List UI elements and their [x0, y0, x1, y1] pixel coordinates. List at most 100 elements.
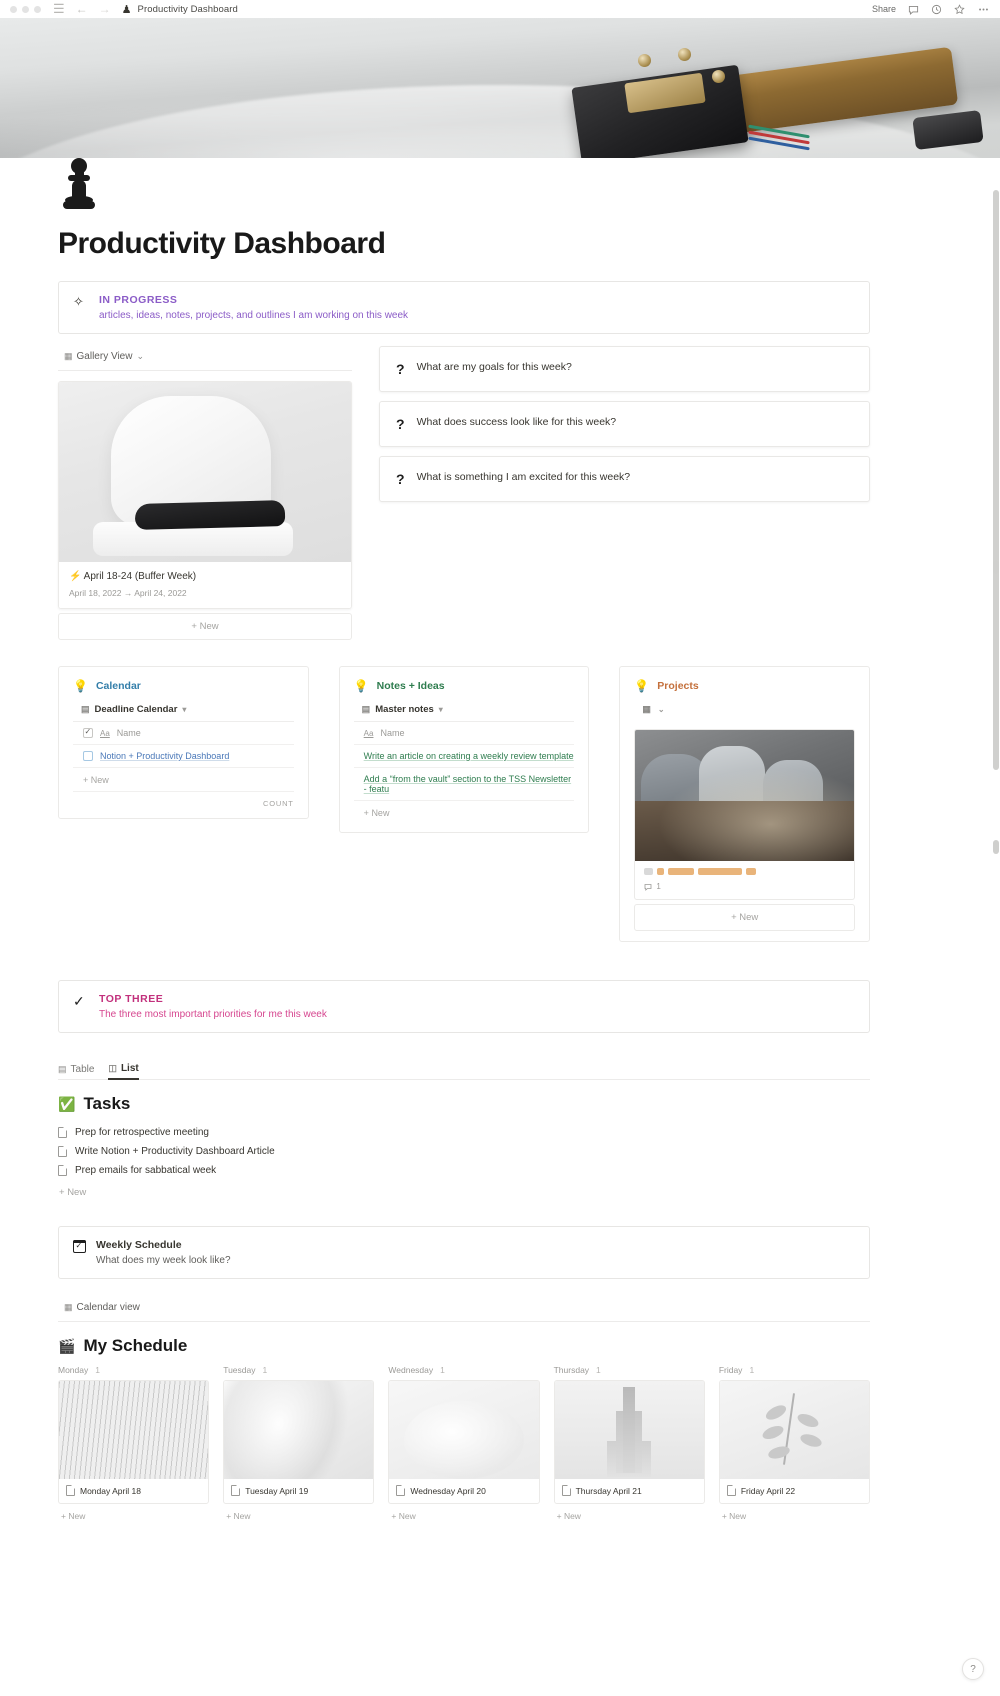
notes-row-title[interactable]: Write an article on creating a weekly re… [364, 751, 574, 761]
close-window-button[interactable] [10, 5, 17, 13]
schedule-card[interactable]: Monday April 18 [58, 1380, 210, 1504]
clock-history-icon[interactable] [931, 4, 942, 15]
tab-list[interactable]: ◫ List [108, 1063, 139, 1080]
projects-view-row[interactable]: ▦ ⌄ [634, 700, 855, 721]
calendar-view-tab[interactable]: ▦ Calendar view [60, 1300, 144, 1315]
lightbulb-icon: 💡 [353, 679, 369, 693]
question-card[interactable]: ? What does success look like for this w… [379, 401, 870, 447]
task-item[interactable]: Write Notion + Productivity Dashboard Ar… [58, 1142, 870, 1161]
page-icon [58, 1127, 67, 1138]
gallery-view-tab[interactable]: ▦ Gallery View ⌄ [60, 349, 148, 364]
gallery-view-bar[interactable]: ▦ Gallery View ⌄ [58, 342, 352, 371]
calendar-block[interactable]: 💡 Calendar ▤ Deadline Calendar ▾ Aa Name [58, 666, 309, 819]
gallery-card[interactable]: ⚡ April 18-24 (Buffer Week) April 18, 20… [58, 381, 352, 609]
calendar-column: 💡 Calendar ▤ Deadline Calendar ▾ Aa Name [58, 666, 309, 819]
notes-column: 💡 Notes + Ideas ▤ Master notes ▾ Aa Name… [338, 666, 590, 833]
day-new-button[interactable]: + New [554, 1504, 705, 1521]
question-card[interactable]: ? What are my goals for this week? [379, 346, 870, 392]
calendar-column-header: Aa Name [73, 722, 294, 745]
headshell-screw-icon [638, 54, 651, 67]
top-three-title: TOP THREE [99, 993, 164, 1005]
day-new-button[interactable]: + New [58, 1504, 209, 1521]
top-three-callout[interactable]: ✓ TOP THREE The three most important pri… [58, 980, 870, 1033]
projects-block[interactable]: 💡 Projects ▦ ⌄ 1 + New [619, 666, 871, 942]
gallery-card-date-range: April 18, 2022 → April 24, 2022 [69, 588, 187, 598]
grid-view-icon: ▦ [64, 1302, 73, 1312]
day-card-image [719, 1381, 870, 1479]
day-header: Wednesday 1 [388, 1365, 539, 1375]
scrollbar-tick[interactable] [993, 840, 999, 854]
share-button[interactable]: Share [872, 4, 896, 14]
page-icon [396, 1485, 406, 1496]
schedule-card[interactable]: Wednesday April 20 [388, 1380, 540, 1504]
back-arrow-icon[interactable]: ← [76, 2, 88, 16]
day-new-button[interactable]: + New [223, 1504, 374, 1521]
more-options-icon[interactable] [977, 4, 990, 15]
project-comment-count[interactable]: 1 [644, 882, 845, 891]
tasks-new-button[interactable]: + New [58, 1180, 870, 1198]
page-icon-pawn[interactable] [58, 158, 870, 210]
star-icon[interactable] [954, 3, 965, 15]
project-card-tags [644, 868, 845, 875]
notes-new-button[interactable]: + New [354, 801, 575, 822]
project-card-image[interactable] [634, 729, 856, 861]
minimize-window-button[interactable] [22, 5, 29, 13]
vertical-scrollbar[interactable] [993, 190, 999, 770]
tab-table[interactable]: ▤ Table [58, 1064, 94, 1079]
maximize-window-button[interactable] [34, 5, 41, 13]
question-text: What is something I am excited for this … [416, 471, 631, 483]
tasks-heading-label: Tasks [83, 1094, 131, 1113]
lightbulb-icon: 💡 [73, 679, 88, 693]
select-all-checkbox[interactable] [83, 727, 93, 738]
in-progress-callout[interactable]: ✧ IN PROGRESS articles, ideas, notes, pr… [58, 281, 870, 334]
task-title[interactable]: Prep emails for sabbatical week [75, 1165, 216, 1176]
calendar-heading: Calendar [95, 680, 141, 692]
schedule-day-column: Tuesday 1 Tuesday April 19 + New [223, 1365, 375, 1521]
schedule-view-bar[interactable]: ▦ Calendar view [58, 1293, 870, 1322]
chevron-down-icon[interactable]: ▾ [182, 705, 186, 714]
projects-new-button[interactable]: + New [634, 904, 856, 931]
forward-arrow-icon[interactable]: → [99, 2, 111, 16]
calendar-row-title[interactable]: Notion + Productivity Dashboard [100, 751, 229, 761]
notes-row[interactable]: Write an article on creating a weekly re… [353, 745, 575, 768]
day-new-button[interactable]: + New [388, 1504, 539, 1521]
calendar-count-label[interactable]: COUNT [73, 791, 294, 808]
question-card[interactable]: ? What is something I am excited for thi… [379, 456, 870, 502]
scrollbar-tick[interactable] [993, 560, 999, 574]
task-title[interactable]: Prep for retrospective meeting [75, 1127, 209, 1138]
day-card-title: Wednesday April 20 [410, 1485, 486, 1496]
page-title[interactable]: Productivity Dashboard [58, 227, 870, 261]
calendar-source-row[interactable]: ▤ Deadline Calendar ▾ [73, 700, 294, 722]
chevron-down-icon[interactable]: ▾ [439, 705, 443, 714]
check-mark-icon: ✅ [58, 1095, 76, 1112]
calendar-new-button[interactable]: + New [73, 768, 294, 789]
tasks-view-tabs[interactable]: ▤ Table ◫ List [58, 1063, 870, 1080]
task-title[interactable]: Write Notion + Productivity Dashboard Ar… [75, 1146, 275, 1157]
hamburger-menu-icon[interactable]: ☰ [53, 1, 65, 17]
window-titlebar: ☰ ← → ♟ Productivity Dashboard Share [0, 0, 1000, 18]
chevron-down-icon[interactable]: ⌄ [136, 351, 144, 362]
schedule-card[interactable]: Thursday April 21 [553, 1380, 705, 1504]
chevron-down-icon[interactable]: ⌄ [658, 705, 665, 714]
notes-column-header: Aa Name [353, 722, 575, 745]
weekly-schedule-title: Weekly Schedule [96, 1239, 182, 1251]
notes-block[interactable]: 💡 Notes + Ideas ▤ Master notes ▾ Aa Name… [338, 666, 590, 833]
window-traffic-lights[interactable] [10, 5, 41, 13]
schedule-card[interactable]: Friday April 22 [718, 1380, 871, 1504]
weekly-schedule-callout[interactable]: Weekly Schedule What does my week look l… [58, 1226, 870, 1279]
comment-icon[interactable] [908, 4, 919, 15]
task-item[interactable]: Prep emails for sabbatical week [58, 1161, 870, 1180]
notes-row-title[interactable]: Add a “from the vault” section to the TS… [364, 774, 575, 794]
schedule-card[interactable]: Tuesday April 19 [223, 1380, 375, 1504]
gallery-new-button[interactable]: + New [58, 613, 352, 640]
day-new-button[interactable]: + New [719, 1504, 870, 1521]
day-card-image [389, 1381, 539, 1479]
day-label: Wednesday [388, 1365, 434, 1375]
notes-source-row[interactable]: ▤ Master notes ▾ [353, 700, 575, 722]
calendar-row[interactable]: Notion + Productivity Dashboard [73, 745, 294, 768]
row-checkbox[interactable] [83, 751, 93, 761]
help-button[interactable]: ? [962, 1658, 984, 1680]
task-item[interactable]: Prep for retrospective meeting [58, 1123, 870, 1142]
notes-row[interactable]: Add a “from the vault” section to the TS… [353, 768, 575, 801]
projects-heading: Projects [657, 680, 699, 692]
